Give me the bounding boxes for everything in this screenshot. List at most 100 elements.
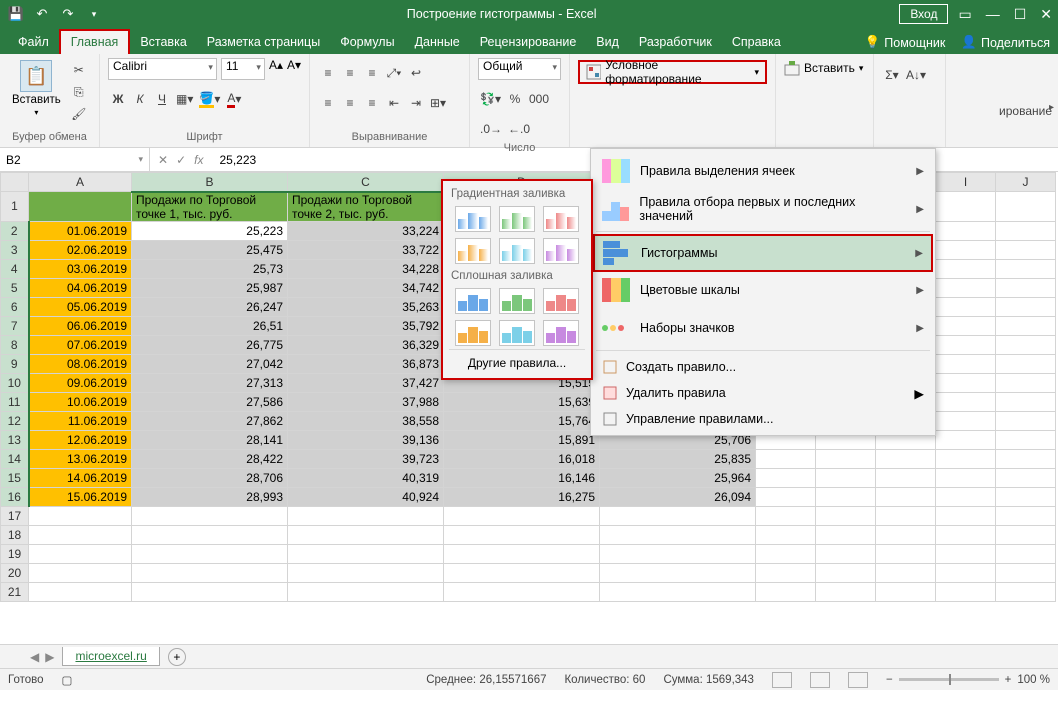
view-normal-icon[interactable]: [772, 672, 792, 688]
solid-purple[interactable]: [543, 320, 579, 346]
cell[interactable]: [996, 449, 1056, 468]
cell[interactable]: 39,136: [288, 430, 444, 449]
cell[interactable]: [996, 468, 1056, 487]
increase-font-icon[interactable]: A▴: [269, 58, 283, 80]
solid-lightblue[interactable]: [499, 320, 535, 346]
cell[interactable]: 36,329: [288, 335, 444, 354]
cell[interactable]: [936, 392, 996, 411]
cell[interactable]: [444, 506, 600, 525]
font-size-select[interactable]: 11: [221, 58, 265, 80]
tab-view[interactable]: Вид: [586, 31, 629, 54]
cell[interactable]: [936, 487, 996, 506]
cell[interactable]: [936, 259, 996, 278]
cell[interactable]: [29, 544, 132, 563]
row-header[interactable]: 4: [1, 259, 29, 278]
cell[interactable]: [288, 525, 444, 544]
cell[interactable]: [288, 582, 444, 601]
cell[interactable]: [132, 506, 288, 525]
cell[interactable]: [936, 449, 996, 468]
cell[interactable]: [996, 335, 1056, 354]
fx-icon[interactable]: fx: [194, 153, 203, 167]
cell[interactable]: 02.06.2019: [29, 240, 132, 259]
cell[interactable]: [936, 278, 996, 297]
close-icon[interactable]: ✕: [1040, 6, 1052, 23]
cell[interactable]: 15,764: [444, 411, 600, 430]
cell[interactable]: [996, 430, 1056, 449]
cell[interactable]: [936, 192, 996, 222]
ribbon-display-icon[interactable]: ▭: [958, 6, 971, 23]
cancel-formula-icon[interactable]: ✕: [158, 153, 168, 167]
cell[interactable]: [936, 468, 996, 487]
cell[interactable]: 25,73: [132, 259, 288, 278]
solid-orange[interactable]: [455, 320, 491, 346]
tab-help[interactable]: Справка: [722, 31, 791, 54]
tab-home[interactable]: Главная: [59, 29, 131, 54]
cell[interactable]: [996, 411, 1056, 430]
qat-dropdown-icon[interactable]: ▾: [84, 4, 104, 24]
cell[interactable]: 33,722: [288, 240, 444, 259]
cell[interactable]: [444, 544, 600, 563]
cell[interactable]: [936, 525, 996, 544]
cf-data-bars[interactable]: Гистограммы▶: [593, 234, 933, 272]
next-sheet-icon[interactable]: ▶: [45, 650, 54, 664]
cell[interactable]: [600, 525, 756, 544]
decrease-decimal-icon[interactable]: ←.0: [506, 118, 532, 140]
cell[interactable]: 07.06.2019: [29, 335, 132, 354]
cell[interactable]: 01.06.2019: [29, 221, 132, 240]
col-header[interactable]: [1, 173, 29, 192]
cf-icon-sets[interactable]: Наборы значков▶: [594, 309, 932, 347]
cell[interactable]: 25,964: [600, 468, 756, 487]
row-header[interactable]: 13: [1, 430, 29, 449]
cell[interactable]: 25,475: [132, 240, 288, 259]
login-button[interactable]: Вход: [899, 4, 948, 24]
cell[interactable]: [876, 468, 936, 487]
row-header[interactable]: 20: [1, 563, 29, 582]
italic-button[interactable]: К: [130, 88, 150, 110]
cell[interactable]: [996, 506, 1056, 525]
row-header[interactable]: 8: [1, 335, 29, 354]
cell[interactable]: [876, 563, 936, 582]
cell[interactable]: [600, 582, 756, 601]
col-header[interactable]: C: [288, 173, 444, 192]
share-button[interactable]: 👤Поделиться: [953, 31, 1058, 54]
cell[interactable]: Продажи по Торговой точке 1, тыс. руб.: [132, 192, 288, 222]
minimize-icon[interactable]: —: [986, 6, 1000, 23]
zoom-level[interactable]: 100 %: [1017, 674, 1050, 686]
cell[interactable]: 28,706: [132, 468, 288, 487]
cell[interactable]: 34,742: [288, 278, 444, 297]
comma-icon[interactable]: 000: [527, 88, 551, 110]
row-header[interactable]: 10: [1, 373, 29, 392]
cell[interactable]: [936, 430, 996, 449]
cell[interactable]: 28,141: [132, 430, 288, 449]
cell[interactable]: 05.06.2019: [29, 297, 132, 316]
cell[interactable]: [756, 468, 816, 487]
tab-file[interactable]: Файл: [8, 31, 59, 54]
cell[interactable]: 39,723: [288, 449, 444, 468]
solid-green[interactable]: [499, 288, 535, 314]
tab-data[interactable]: Данные: [405, 31, 470, 54]
orientation-icon[interactable]: ⤢▾: [384, 62, 404, 84]
status-record-icon[interactable]: ▢: [62, 673, 73, 687]
cell[interactable]: [876, 582, 936, 601]
sort-filter-icon[interactable]: A↓▾: [904, 64, 928, 86]
cell[interactable]: 28,422: [132, 449, 288, 468]
cell[interactable]: 40,924: [288, 487, 444, 506]
col-header[interactable]: A: [29, 173, 132, 192]
cell[interactable]: 27,042: [132, 354, 288, 373]
cell[interactable]: [876, 487, 936, 506]
cell[interactable]: [29, 192, 132, 222]
cf-new-rule[interactable]: Создать правило...: [594, 354, 932, 380]
cell[interactable]: 26,094: [600, 487, 756, 506]
row-header[interactable]: 11: [1, 392, 29, 411]
cell[interactable]: [288, 544, 444, 563]
number-format-select[interactable]: Общий: [478, 58, 561, 80]
paste-button[interactable]: 📋 Вставить ▾: [8, 58, 65, 119]
tab-formulas[interactable]: Формулы: [330, 31, 404, 54]
cell[interactable]: [816, 563, 876, 582]
copy-icon[interactable]: ⎘: [69, 82, 89, 102]
cell[interactable]: [756, 487, 816, 506]
cell[interactable]: 16,018: [444, 449, 600, 468]
cell[interactable]: [936, 240, 996, 259]
cell[interactable]: 40,319: [288, 468, 444, 487]
col-header[interactable]: I: [936, 173, 996, 192]
